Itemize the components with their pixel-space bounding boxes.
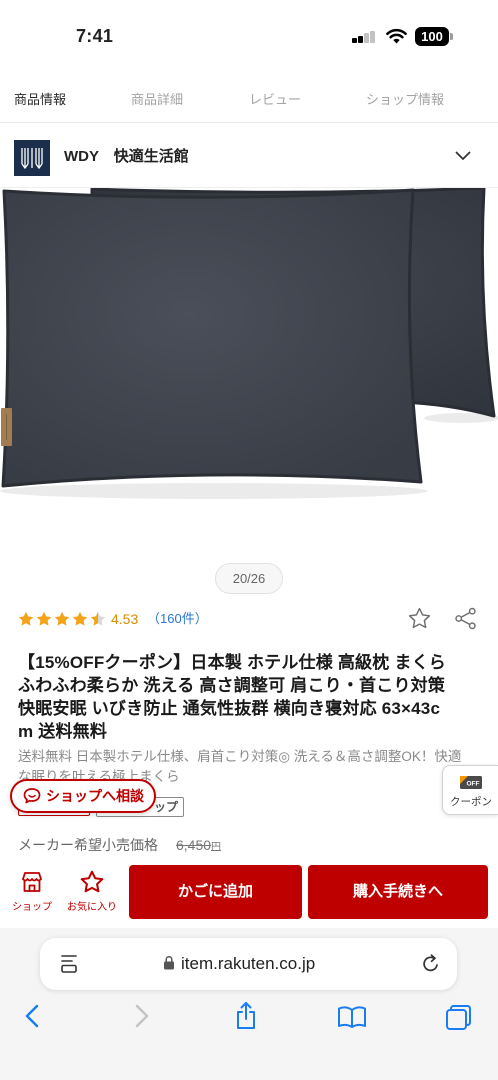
msrp-value: 6,450 xyxy=(176,837,212,853)
consult-shop-button[interactable]: ショップへ相談 xyxy=(10,779,156,813)
chevron-down-icon[interactable] xyxy=(455,151,471,161)
shop-name: WDY 快適生活館 xyxy=(64,148,189,165)
coupon-icon: OFF xyxy=(460,776,482,789)
pillow-front-shadow xyxy=(0,483,428,499)
shop-row[interactable]: WDY 快適生活館 xyxy=(0,123,498,187)
shop-logo xyxy=(14,140,50,176)
signal-icon xyxy=(352,30,376,43)
reload-icon[interactable] xyxy=(421,953,441,974)
rating-score: 4.53 xyxy=(111,611,139,627)
product-image[interactable] xyxy=(0,188,498,560)
favorite-button-label: お気に入り xyxy=(67,902,117,913)
favorite-button[interactable]: お気に入り xyxy=(62,858,122,922)
add-to-cart-button[interactable]: かごに追加 xyxy=(129,865,302,919)
wifi-icon xyxy=(386,28,407,44)
browser-chrome: item.rakuten.co.jp xyxy=(0,928,498,1080)
coupon-button[interactable]: OFF クーポン xyxy=(442,765,498,815)
back-icon[interactable] xyxy=(22,1003,44,1029)
msrp-price: 6,450円 xyxy=(176,836,221,857)
forward-icon[interactable] xyxy=(130,1003,152,1029)
rating-star-icon xyxy=(54,611,70,626)
bookmarks-icon[interactable] xyxy=(337,1005,367,1029)
store-icon xyxy=(22,872,42,892)
action-bar: ショップ お気に入り かごに追加 購入手続きへ xyxy=(0,858,498,928)
star-outline-icon xyxy=(80,870,104,893)
msrp-label: メーカー希望小売価格 xyxy=(18,837,158,853)
address-bar[interactable]: item.rakuten.co.jp xyxy=(40,938,457,990)
star-outline-icon[interactable] xyxy=(407,606,432,631)
product-catchcopy-line: 送料無料 日本製ホテル仕様、肩首こり対策◎ 洗える＆高さ調整OK！快適 xyxy=(18,749,462,764)
battery-nub xyxy=(450,33,453,40)
tab-product-details[interactable]: 商品詳細 xyxy=(131,91,183,109)
shop-button[interactable]: ショップ xyxy=(2,858,62,922)
tabs-icon[interactable] xyxy=(445,1004,472,1031)
rating-star-icon xyxy=(18,611,34,626)
share-icon[interactable] xyxy=(233,1001,259,1031)
tab-product-info[interactable]: 商品情報 xyxy=(14,91,66,109)
status-time: 7:41 xyxy=(76,26,114,46)
chat-icon xyxy=(23,788,41,804)
battery-icon: 100 xyxy=(415,27,449,46)
pillow-front xyxy=(1,188,423,488)
share-icon[interactable] xyxy=(453,606,478,631)
coupon-icon-text: OFF xyxy=(467,781,480,788)
tab-reviews[interactable]: レビュー xyxy=(249,91,301,109)
shop-button-label: ショップ xyxy=(12,902,52,913)
product-title-line: 【15%OFFクーポン】日本製 ホテル仕様 高級枕 まくら xyxy=(18,653,446,672)
status-bar: 7:41 100 xyxy=(0,0,498,60)
coupon-label: クーポン xyxy=(450,796,492,808)
image-counter: 20/26 xyxy=(215,563,283,594)
rating-stars[interactable] xyxy=(18,611,108,627)
checkout-button[interactable]: 購入手続きへ xyxy=(308,865,488,919)
product-title-line: ふわふわ柔らか 洗える 高さ調整可 肩こり・首こり対策 xyxy=(18,676,446,695)
page-menu-icon[interactable] xyxy=(60,954,78,974)
review-count-link[interactable]: （160件） xyxy=(147,610,208,628)
tab-shop-info[interactable]: ショップ情報 xyxy=(366,91,444,109)
rating-star-icon xyxy=(72,611,88,626)
consult-shop-label: ショップへ相談 xyxy=(46,788,144,804)
msrp-unit: 円 xyxy=(211,842,222,853)
product-title-line: 快眠安眠 いびき防止 通気性抜群 横向き寝対応 63×43c xyxy=(18,699,441,718)
url-text: item.rakuten.co.jp xyxy=(181,954,316,973)
lock-icon xyxy=(164,956,174,970)
rating-star-icon xyxy=(36,611,52,626)
rating-star-icon xyxy=(90,611,106,626)
product-title-line: m 送料無料 xyxy=(18,722,108,741)
